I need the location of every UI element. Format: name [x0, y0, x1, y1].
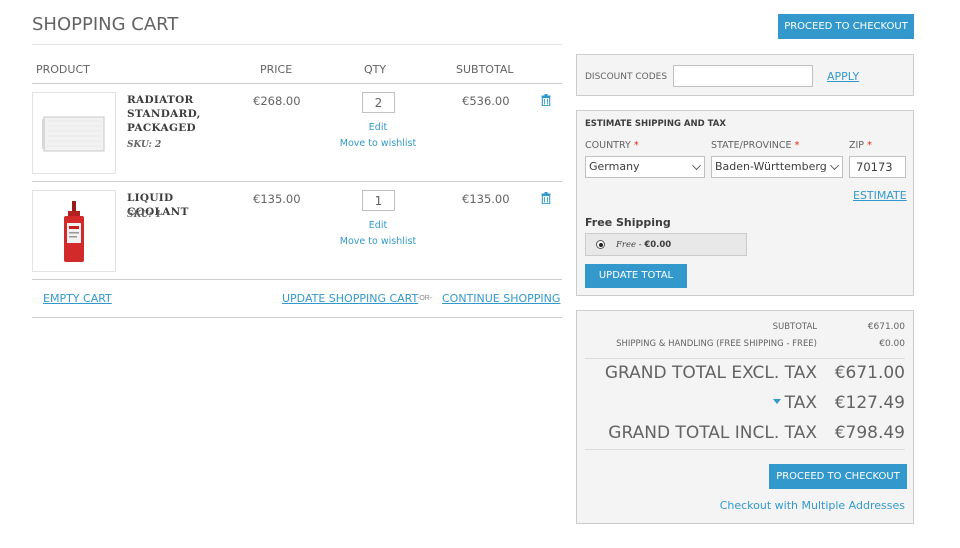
totals-divider — [585, 358, 905, 359]
proceed-to-checkout-button-bottom[interactable]: PROCEED TO CHECKOUT — [769, 464, 907, 489]
cart-item-row: RADIATOR STANDARD, PACKAGED SKU: 2 €268.… — [32, 84, 562, 182]
required-mark: * — [794, 140, 800, 151]
required-mark: * — [867, 140, 872, 151]
zip-label-text: ZIP — [849, 140, 865, 151]
header-product: PRODUCT — [36, 63, 90, 76]
edit-link[interactable]: Edit — [312, 220, 444, 231]
country-label-text: COUNTRY — [585, 140, 631, 151]
product-name-link[interactable]: RADIATOR STANDARD, PACKAGED — [127, 93, 237, 135]
move-to-wishlist-link[interactable]: Move to wishlist — [312, 138, 444, 149]
qty-input[interactable] — [362, 190, 395, 211]
header-price: PRICE — [260, 63, 293, 76]
page-title: SHOPPING CART — [32, 14, 179, 35]
required-mark: * — [633, 140, 639, 151]
state-label: STATE/PROVINCE * — [711, 140, 799, 151]
shipping-estimate-panel: ESTIMATE SHIPPING AND TAX COUNTRY * STAT… — [576, 110, 914, 296]
shipping-handling-label: SHIPPING & HANDLING (FREE SHIPPING - FRE… — [616, 339, 817, 349]
trash-icon[interactable] — [541, 94, 551, 106]
caret-down-icon — [772, 398, 781, 404]
title-divider — [32, 44, 562, 45]
move-to-wishlist-link[interactable]: Move to wishlist — [312, 236, 444, 247]
discount-panel: DISCOUNT CODES APPLY — [576, 54, 914, 96]
empty-cart-link[interactable]: EMPTY CART — [43, 292, 112, 305]
item-subtotal: €135.00 — [462, 192, 510, 206]
cart-table: PRODUCT PRICE QTY SUBTOTAL RADIATOR STAN… — [32, 56, 562, 318]
zip-input[interactable]: 70173 — [849, 156, 906, 178]
grand-total-incl-label: GRAND TOTAL INCL. TAX — [608, 423, 817, 443]
item-price: €135.00 — [253, 192, 301, 206]
grand-total-incl-value: €798.49 — [834, 423, 905, 443]
checkout-multiple-addresses-link[interactable]: Checkout with Multiple Addresses — [720, 499, 905, 512]
header-qty: QTY — [364, 63, 387, 76]
zip-label: ZIP * — [849, 140, 872, 151]
shipping-option-name: Free — [616, 240, 637, 250]
header-subtotal: SUBTOTAL — [456, 63, 514, 76]
country-label: COUNTRY * — [585, 140, 639, 151]
totals-panel: SUBTOTAL €671.00 SHIPPING & HANDLING (FR… — [576, 310, 914, 524]
estimate-link[interactable]: ESTIMATE — [853, 189, 907, 202]
or-separator: -OR- — [417, 295, 433, 302]
discount-label: DISCOUNT CODES — [585, 72, 668, 82]
totals-divider — [585, 449, 905, 450]
tax-label-text: TAX — [784, 393, 817, 413]
shipping-option-price: €0.00 — [644, 240, 672, 250]
cart-table-header: PRODUCT PRICE QTY SUBTOTAL — [32, 56, 562, 84]
shipping-option[interactable]: Free - €0.00 — [585, 233, 747, 256]
grand-total-excl-value: €671.00 — [834, 363, 905, 383]
subtotal-value: €671.00 — [867, 322, 905, 332]
update-total-button[interactable]: UPDATE TOTAL — [585, 264, 687, 288]
apply-discount-link[interactable]: APPLY — [827, 70, 859, 83]
cart-item-row: LIQUID COOLANT SKU: 1 €135.00 Edit Move … — [32, 182, 562, 280]
continue-shopping-link[interactable]: CONTINUE SHOPPING — [442, 292, 560, 305]
shipping-panel-title: ESTIMATE SHIPPING AND TAX — [585, 119, 726, 129]
coolant-bottle-image[interactable] — [32, 190, 116, 272]
update-shopping-cart-link[interactable]: UPDATE SHOPPING CART — [282, 292, 418, 305]
product-name-line: STANDARD, — [127, 108, 201, 120]
radio-selected-icon[interactable] — [596, 240, 605, 249]
state-select-value: Baden-Württemberg — [715, 160, 827, 173]
shipping-method-title: Free Shipping — [585, 216, 671, 229]
proceed-to-checkout-button-top[interactable]: PROCEED TO CHECKOUT — [778, 14, 914, 39]
product-sku: SKU: 2 — [127, 140, 162, 150]
product-name-line: PACKAGED — [127, 122, 196, 134]
radiator-image[interactable] — [32, 92, 116, 174]
state-label-text: STATE/PROVINCE — [711, 140, 792, 151]
discount-code-input[interactable] — [673, 65, 813, 87]
shipping-option-label: Free - €0.00 — [616, 240, 671, 250]
item-price: €268.00 — [253, 94, 301, 108]
product-sku: SKU: 1 — [127, 210, 162, 220]
tax-value: €127.49 — [834, 393, 905, 413]
edit-link[interactable]: Edit — [312, 122, 444, 133]
qty-input[interactable] — [362, 92, 395, 113]
shipping-handling-value: €0.00 — [879, 339, 905, 349]
state-select[interactable]: Baden-Württemberg — [711, 156, 843, 178]
product-name-line: RADIATOR — [127, 94, 194, 106]
country-select[interactable]: Germany — [585, 156, 705, 178]
tax-label[interactable]: TAX — [772, 393, 817, 413]
cart-actions: EMPTY CART UPDATE SHOPPING CART -OR- CON… — [32, 280, 562, 318]
subtotal-label: SUBTOTAL — [772, 322, 817, 332]
country-select-value: Germany — [589, 160, 640, 173]
grand-total-excl-label: GRAND TOTAL EXCL. TAX — [604, 363, 817, 383]
trash-icon[interactable] — [541, 192, 551, 204]
chevron-down-icon — [692, 161, 701, 170]
item-subtotal: €536.00 — [462, 94, 510, 108]
chevron-down-icon — [830, 161, 839, 170]
